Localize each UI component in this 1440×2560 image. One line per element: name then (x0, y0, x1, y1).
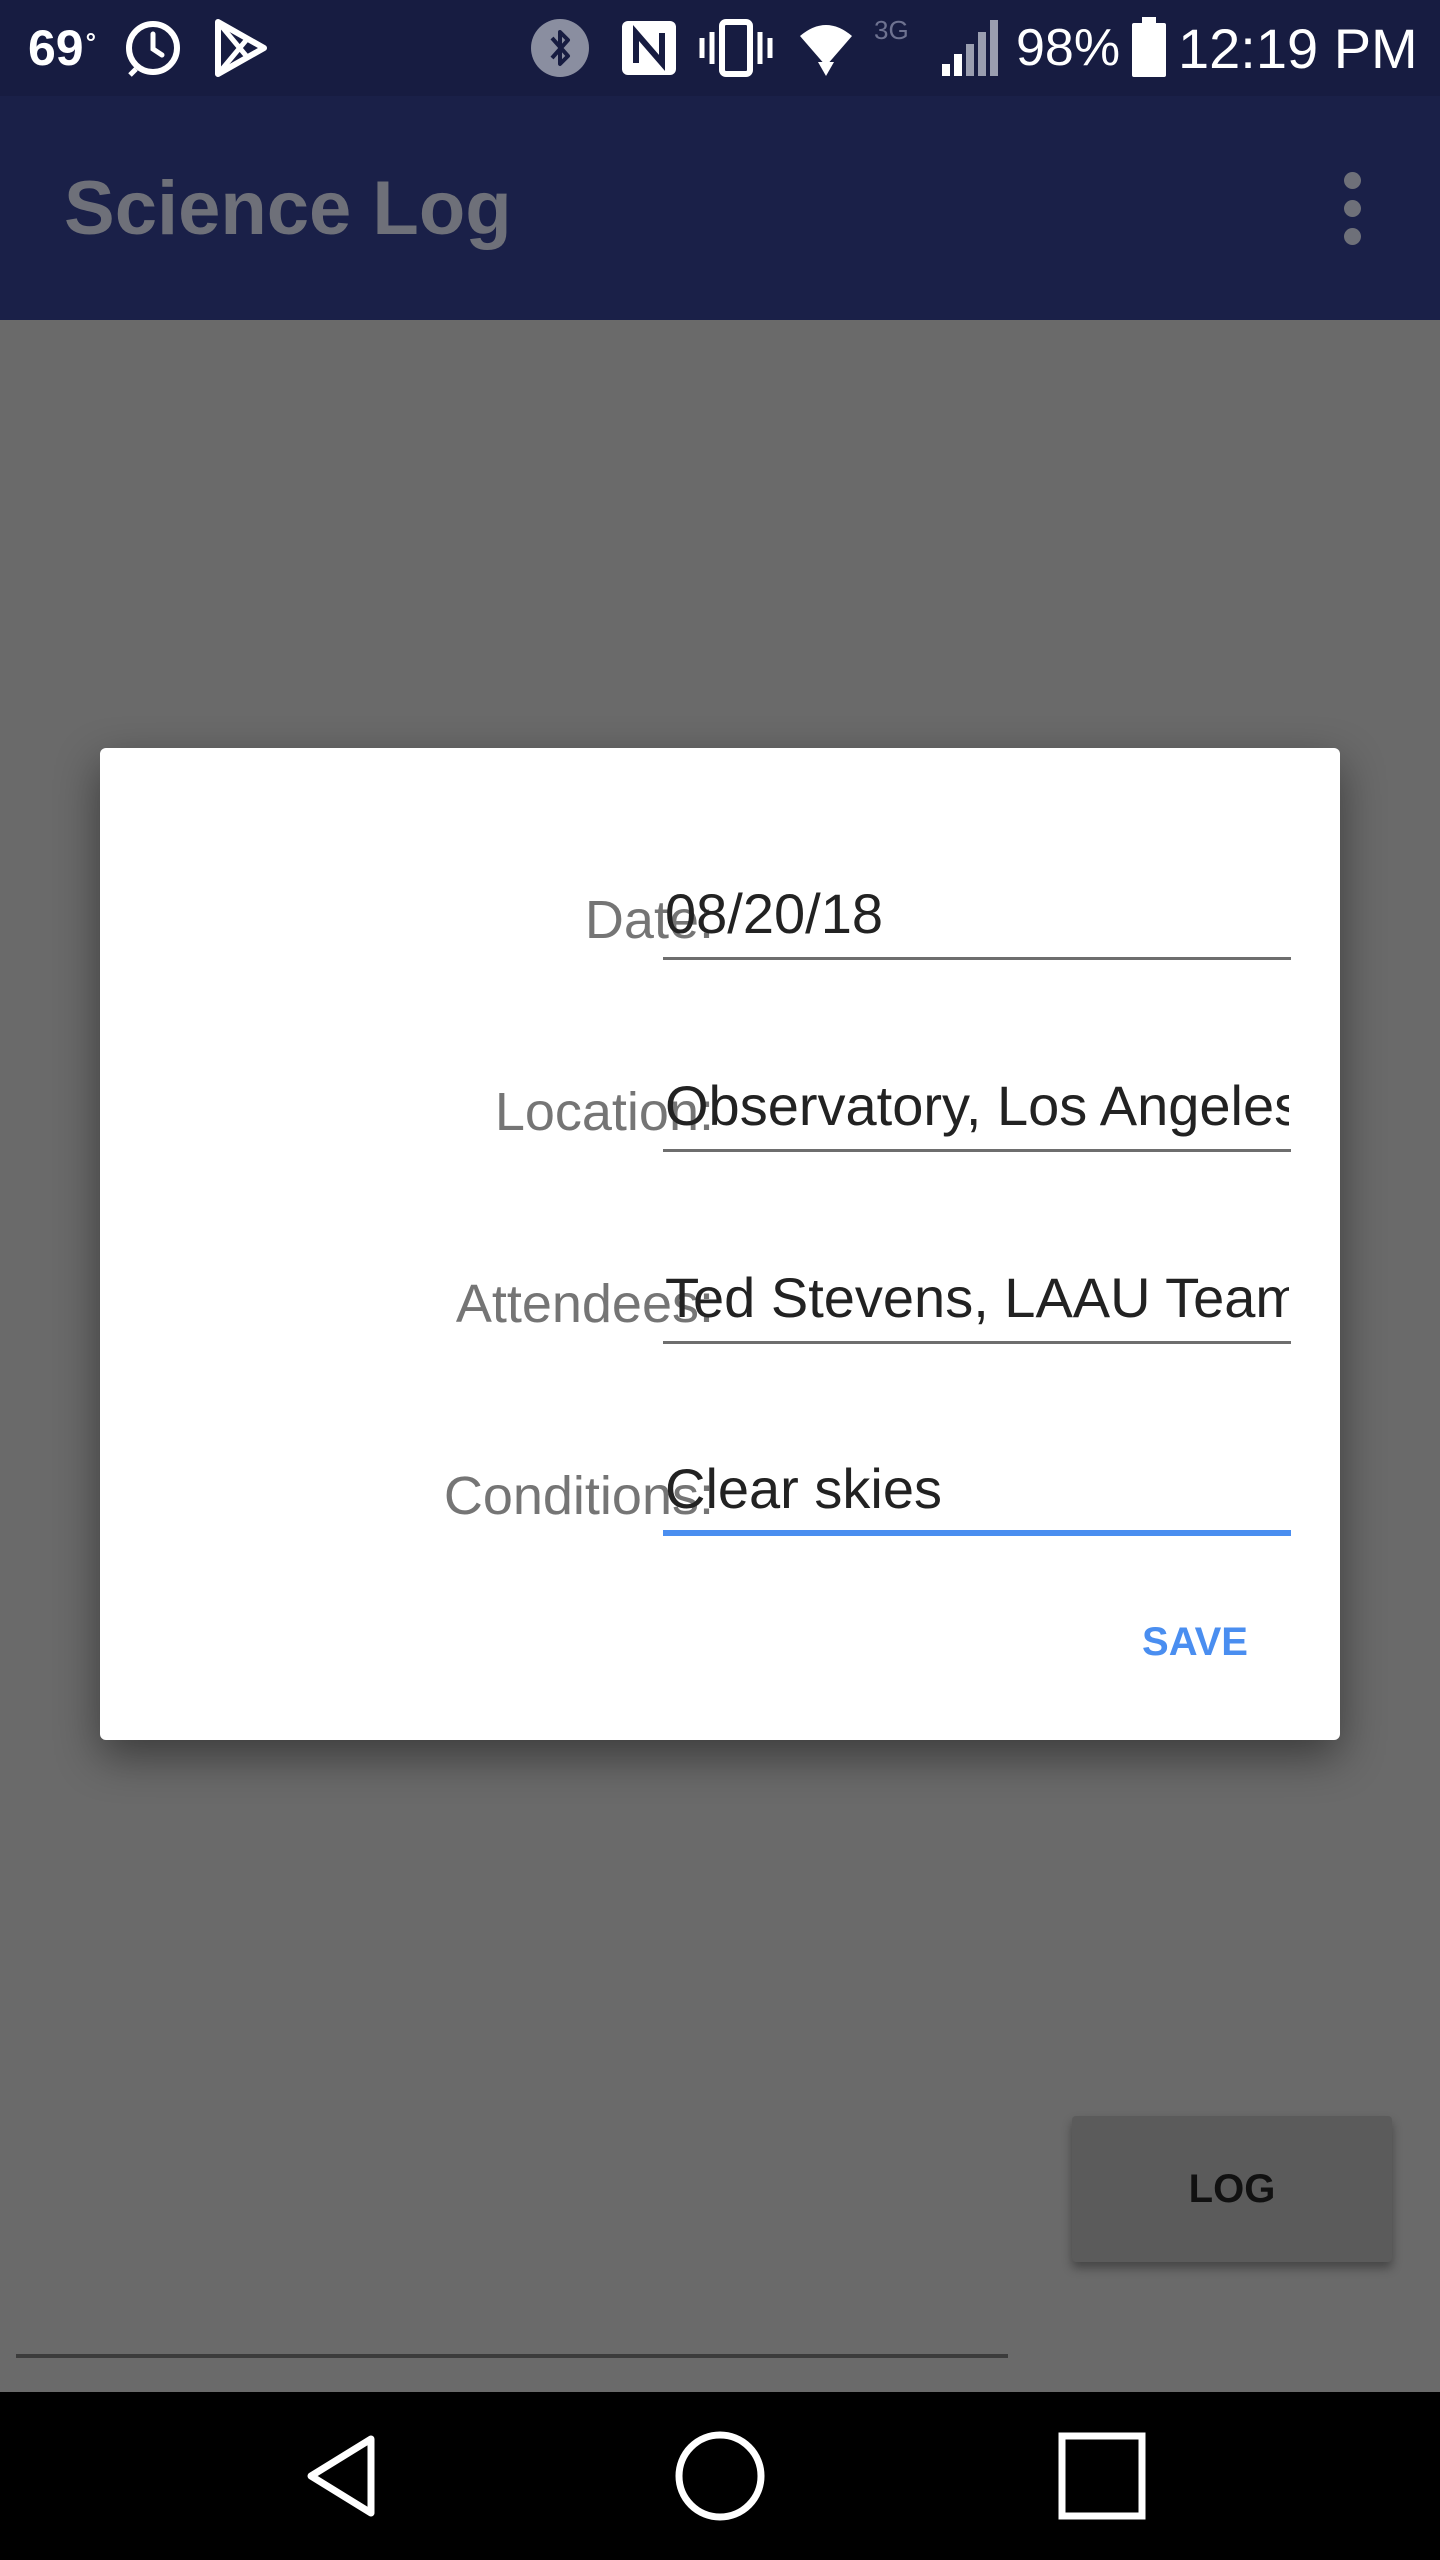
battery-percent: 98% (1016, 19, 1121, 77)
wifi-icon (796, 0, 856, 96)
menu-dot (1343, 199, 1361, 217)
home-icon[interactable] (640, 2416, 800, 2536)
back-icon[interactable] (262, 2416, 422, 2536)
app-title: Science Log (64, 165, 512, 251)
nfc-icon (620, 0, 678, 96)
location-field[interactable] (663, 1062, 1291, 1152)
degree-symbol: ° (85, 26, 97, 57)
bluetooth-icon (530, 0, 590, 96)
attendees-field[interactable] (663, 1254, 1291, 1344)
signal-icon (940, 0, 1002, 96)
bottom-divider (16, 2354, 1008, 2358)
location-row: Location: (100, 1052, 1340, 1172)
temperature-value: 69 (28, 20, 84, 76)
conditions-field[interactable] (663, 1446, 1291, 1536)
attendees-row: Attendees: (100, 1244, 1340, 1364)
vibrate-icon (698, 0, 774, 96)
play-store-icon (212, 0, 268, 96)
menu-dot (1343, 171, 1361, 189)
overflow-menu-icon[interactable] (1318, 166, 1386, 250)
app-bar: Science Log (0, 96, 1440, 320)
recents-icon[interactable] (1022, 2416, 1182, 2536)
save-button[interactable]: SAVE (1100, 1592, 1290, 1692)
battery-icon (1130, 0, 1168, 96)
date-row: Date: (100, 860, 1340, 980)
log-entry-dialog: Date: Location: Attendees: Conditions: S… (100, 748, 1340, 1740)
menu-dot (1343, 227, 1361, 245)
log-button[interactable]: LOG (1072, 2116, 1392, 2262)
temperature: 69 ° (28, 0, 96, 96)
status-bar: 69 ° 3G 98% 12:19 PM (0, 0, 1440, 96)
clock-time: 12:19 PM (1178, 16, 1418, 80)
date-field[interactable] (663, 870, 1291, 960)
conditions-row: Conditions: (100, 1436, 1340, 1556)
network-type: 3G (874, 14, 909, 45)
clock-icon (122, 0, 184, 96)
navigation-bar (0, 2392, 1440, 2560)
